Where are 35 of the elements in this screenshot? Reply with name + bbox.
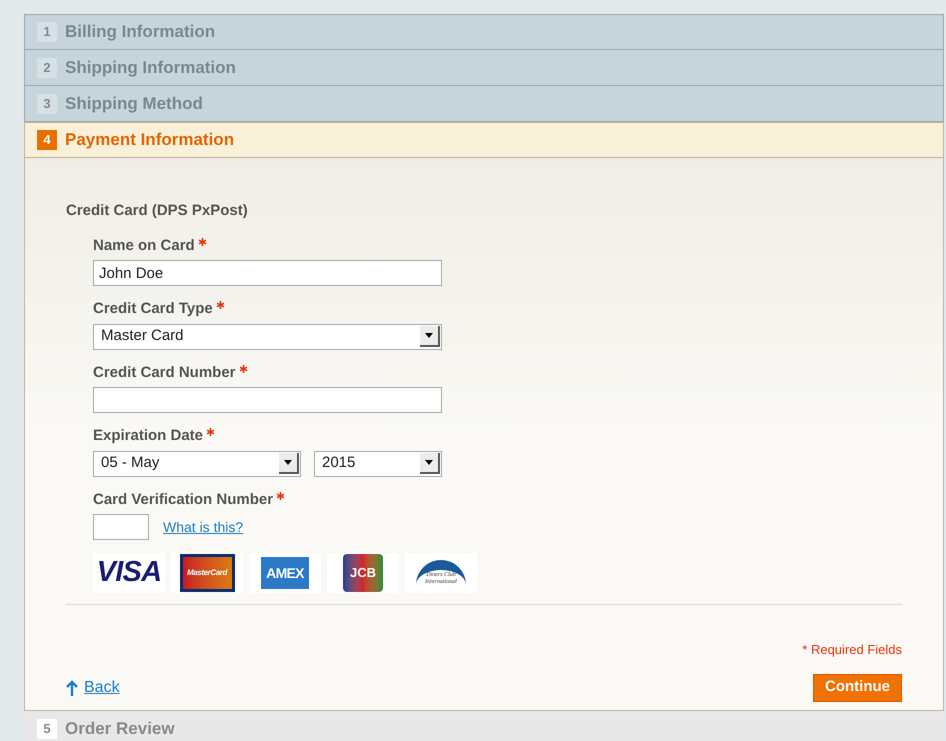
field-label: Credit Card Type xyxy=(93,299,213,319)
card-logo: JCB xyxy=(327,553,399,593)
card-logo: VISA xyxy=(93,553,165,593)
payment-method-title: Credit Card (DPS PxPost) xyxy=(66,201,249,221)
step-number: 2 xyxy=(37,58,57,78)
step-number: 5 xyxy=(37,719,57,739)
step-header[interactable]: 2 Shipping Information xyxy=(24,50,944,86)
step-header[interactable]: 4 Payment Information xyxy=(24,122,944,158)
select-field[interactable]: 05 - May xyxy=(93,450,301,476)
input-field[interactable]: John Doe xyxy=(93,260,442,286)
continue-button[interactable]: Continue xyxy=(813,674,902,702)
field-label: Expiration Date xyxy=(93,426,204,446)
step-number: 1 xyxy=(37,22,57,42)
step-header[interactable]: 3 Shipping Method xyxy=(24,86,944,122)
select-field[interactable]: 2015 xyxy=(314,450,442,476)
field-label: Name on Card xyxy=(93,236,195,256)
step-title: Order Review xyxy=(65,718,175,740)
input-field[interactable] xyxy=(93,514,149,540)
up-arrow-icon xyxy=(66,680,78,696)
select-field[interactable]: Master Card xyxy=(93,324,442,350)
step-title: Shipping Method xyxy=(65,92,203,115)
step-title: Payment Information xyxy=(65,129,234,152)
required-fields-note: * Required Fields xyxy=(802,641,902,659)
field-label: Card Verification Number xyxy=(93,490,274,510)
help-link[interactable]: What is this? xyxy=(163,516,244,538)
step-title: Billing Information xyxy=(65,21,216,44)
step-header[interactable]: 1 Billing Information xyxy=(24,14,944,50)
step-number: 4 xyxy=(37,130,57,150)
card-logo: AMEX xyxy=(249,553,321,593)
step-number: 3 xyxy=(37,94,57,114)
field-label: Credit Card Number xyxy=(93,362,236,382)
card-logo: MasterCard xyxy=(171,553,243,593)
input-field[interactable] xyxy=(93,387,442,413)
back-link[interactable]: Back xyxy=(66,676,120,700)
step-title: Shipping Information xyxy=(65,56,236,79)
